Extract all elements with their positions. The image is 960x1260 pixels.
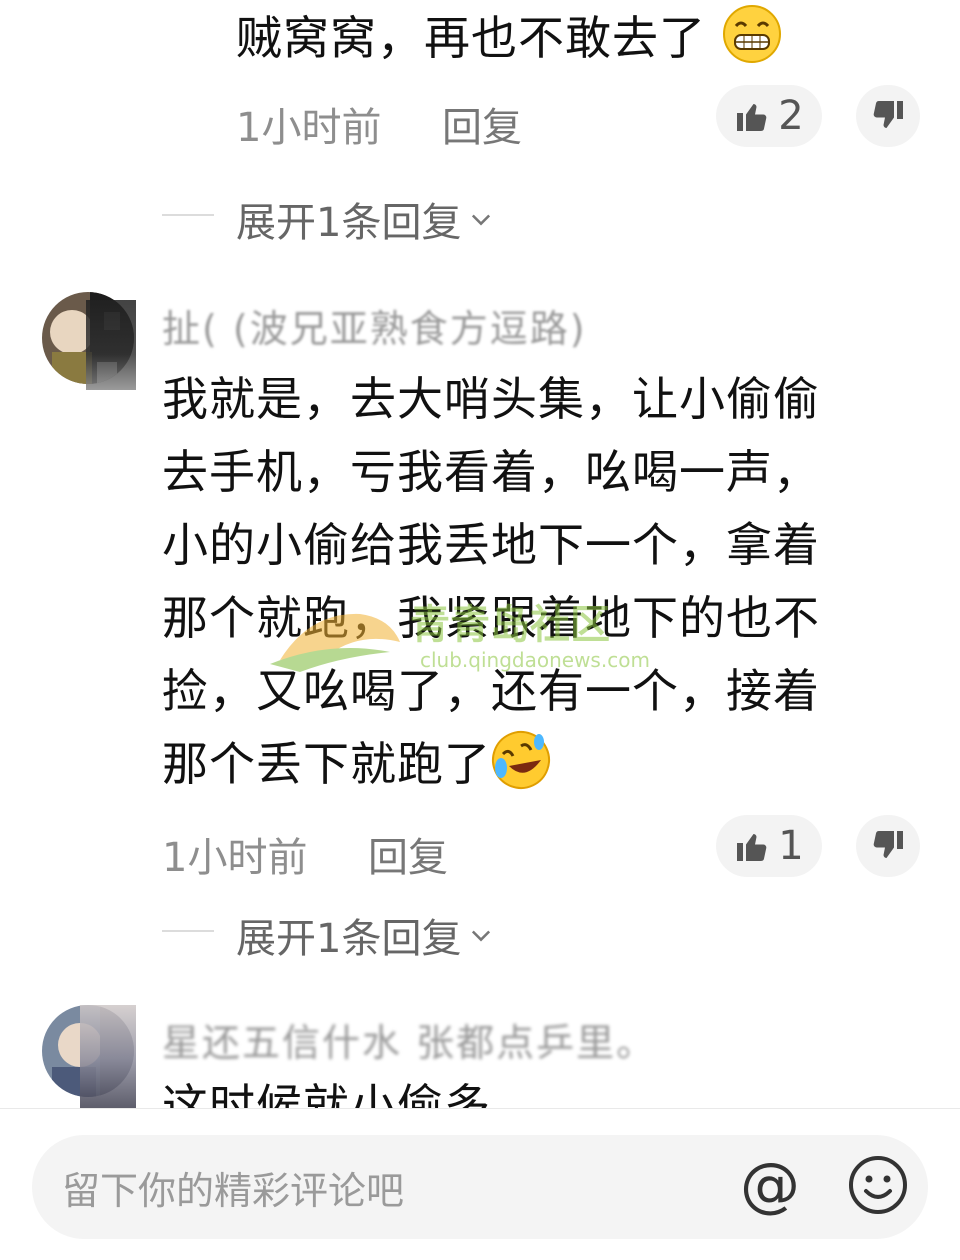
comment-3-username-text: 星还五信什水 张都点乒里。	[162, 1021, 657, 1065]
thumbs-up-icon	[737, 834, 767, 862]
comment-2-username[interactable]: 扯( (波兄亚熟食方逗路)	[162, 298, 587, 353]
comment-2-expand-label: 展开1条回复	[236, 916, 462, 962]
comment-input-placeholder: 留下你的精彩评论吧	[62, 1168, 405, 1213]
grinning-face-icon	[722, 5, 781, 63]
watermark-site: club.qingdaonews.com	[420, 648, 650, 672]
watermark: 青青岛社区 club.qingdaonews.com	[270, 582, 660, 681]
comment-1-expand-divider	[162, 214, 214, 216]
comment-3-username[interactable]: 星还五信什水 张都点乒里。	[162, 1012, 656, 1067]
comment-2-line: 去手机，亏我看着，吆喝一声，	[162, 445, 820, 499]
comment-1-like-count: 2	[778, 93, 804, 139]
comment-2-line: 那个丢下就跑了	[162, 737, 491, 791]
comment-2-line: 小的小偷给我丢地下一个，拿着	[162, 518, 820, 572]
comment-2-line: 我就是，去大哨头集，让小偷偷	[162, 372, 820, 426]
comment-2-like-count: 1	[778, 823, 804, 869]
at-icon: @	[740, 1150, 800, 1220]
thumbs-up-icon	[737, 104, 767, 132]
comment-2-username-text: 扯( (波兄亚熟食方逗路)	[162, 307, 587, 351]
comment-2-last-line: 那个丢下就跑了	[162, 728, 902, 801]
chevron-down-icon	[472, 930, 491, 942]
watermark-label: 青青岛社区	[410, 602, 610, 648]
comment-1-reply-button[interactable]: 回复	[442, 95, 522, 153]
emoji-button[interactable]	[846, 1153, 910, 1217]
smiley-face-icon	[849, 1156, 907, 1214]
chevron-down-icon	[472, 214, 491, 226]
comment-1-like-button[interactable]: 2	[716, 85, 822, 147]
comment-1-dislike-button[interactable]	[856, 85, 920, 147]
thumbs-down-icon	[873, 100, 903, 128]
comment-1-text: 贼窝窝，再也不敢去了	[236, 2, 782, 75]
comment-2-avatar-blur	[86, 300, 136, 390]
comment-2-reply-button[interactable]: 回复	[368, 825, 448, 883]
comment-1-expand-replies[interactable]: 展开1条回复	[236, 190, 495, 248]
comment-2-like-button[interactable]: 1	[716, 815, 822, 877]
mention-button[interactable]: @	[738, 1153, 802, 1217]
comment-2-expand-divider	[162, 930, 214, 932]
comment-1-time: 1小时前	[236, 105, 382, 151]
rolling-on-floor-laughing-icon	[492, 731, 550, 789]
comment-3-line: 这时候就小偷多	[162, 1079, 491, 1108]
thumbs-down-icon	[873, 830, 903, 858]
comment-2-dislike-button[interactable]	[856, 815, 920, 877]
comment-1-expand-label: 展开1条回复	[236, 200, 462, 246]
comment-3-avatar-blur	[80, 1005, 136, 1113]
comment-2-expand-replies[interactable]: 展开1条回复	[236, 906, 495, 964]
comment-input-bar: 留下你的精彩评论吧 @	[0, 1108, 960, 1260]
comment-1-text-tail: 贼窝窝，再也不敢去了	[236, 11, 706, 65]
comment-2-time: 1小时前	[162, 835, 308, 881]
comment-3-body: 这时候就小偷多	[162, 1070, 491, 1108]
